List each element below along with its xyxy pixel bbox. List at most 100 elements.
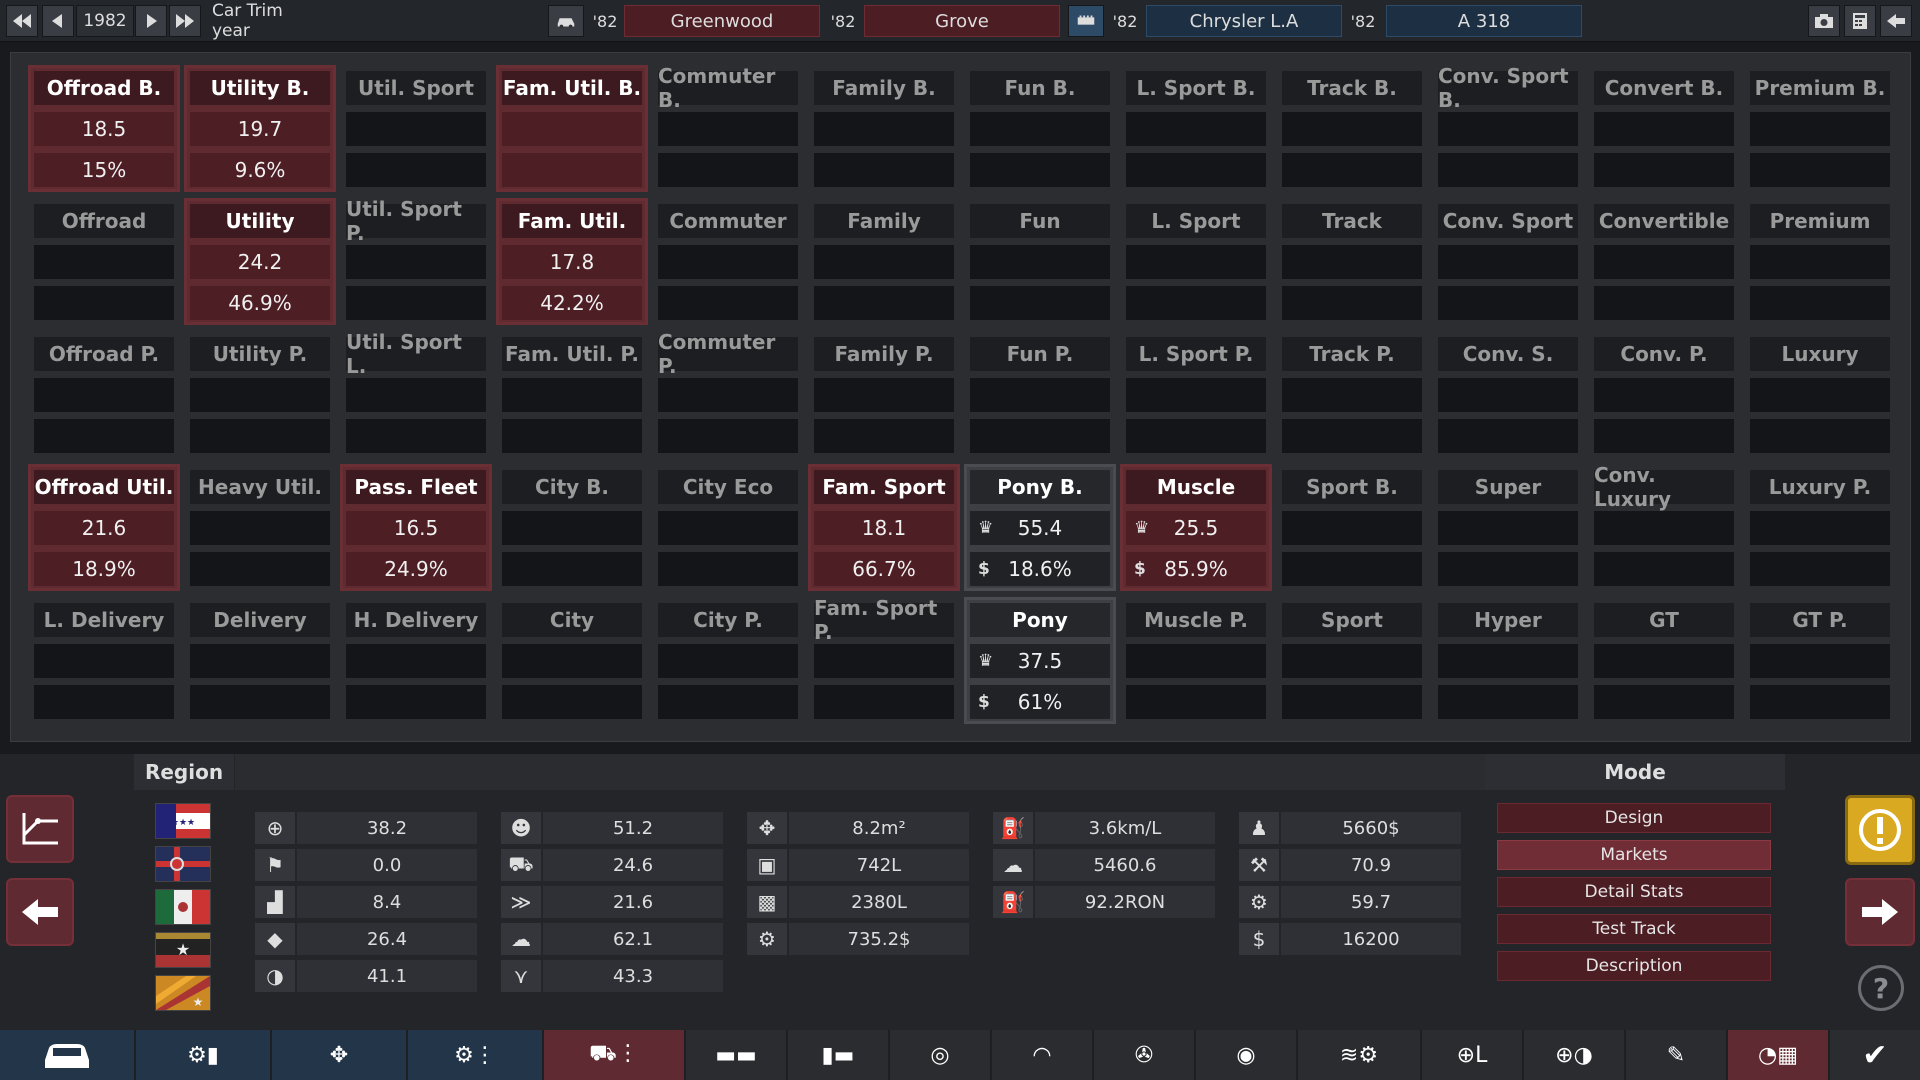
tab-testing[interactable]: ◔▦ — [1728, 1030, 1828, 1080]
region-flag-2[interactable] — [155, 846, 211, 882]
market-cell[interactable]: L. Delivery — [28, 597, 180, 724]
market-cell[interactable]: H. Delivery — [340, 597, 492, 724]
tab-trim[interactable]: ⛟⋮ — [544, 1030, 684, 1080]
market-cell[interactable]: Luxury P. — [1744, 464, 1896, 591]
warning-button[interactable] — [1845, 795, 1915, 865]
market-cell[interactable]: Fam. Util. P. — [496, 331, 648, 458]
market-cell[interactable]: Offroad B. 18.5 15% — [28, 65, 180, 192]
region-flag-1[interactable]: ★★★ — [155, 803, 211, 839]
market-cell[interactable]: Sport B. — [1276, 464, 1428, 591]
market-cell[interactable]: Offroad — [28, 198, 180, 325]
mode-button-design[interactable]: Design — [1497, 803, 1771, 833]
market-cell[interactable]: Hyper — [1432, 597, 1584, 724]
market-cell[interactable]: Premium — [1744, 198, 1896, 325]
market-cell[interactable]: Fam. Util. 17.8 42.2% — [496, 198, 648, 325]
compare-engine-1[interactable]: Chrysler L.A — [1146, 5, 1342, 37]
market-cell[interactable]: Pony 37.5 ♛ 61% $ — [964, 597, 1116, 724]
market-cell[interactable]: Util. Sport L. — [340, 330, 492, 458]
market-cell[interactable]: Luxury — [1744, 331, 1896, 458]
market-cell[interactable]: City Eco — [652, 464, 804, 591]
market-cell[interactable]: Conv. S. — [1432, 331, 1584, 458]
market-cell[interactable]: Sport — [1276, 597, 1428, 724]
market-cell[interactable]: Track P. — [1276, 331, 1428, 458]
market-cell[interactable]: GT — [1588, 597, 1740, 724]
market-cell[interactable]: Fun — [964, 198, 1116, 325]
tab-aero[interactable]: ≋⚙ — [1298, 1030, 1420, 1080]
market-cell[interactable]: Conv. Sport — [1432, 198, 1584, 325]
market-cell[interactable]: Pony B. 55.4 ♛ 18.6% $ — [964, 464, 1116, 591]
tab-steering[interactable]: ⊕L — [1422, 1030, 1522, 1080]
market-cell[interactable]: Fun P. — [964, 331, 1116, 458]
screenshot-button[interactable] — [1808, 5, 1840, 37]
market-cell[interactable]: Family — [808, 198, 960, 325]
rewind-year-button[interactable] — [6, 5, 38, 37]
tab-interior[interactable]: ◎ — [890, 1030, 990, 1080]
help-button[interactable]: ? — [1858, 965, 1904, 1011]
forward-year-button[interactable] — [169, 5, 201, 37]
mode-button-detail-stats[interactable]: Detail Stats — [1497, 877, 1771, 907]
market-cell[interactable]: Offroad Util. 21.6 18.9% — [28, 464, 180, 591]
market-cell[interactable]: City B. — [496, 464, 648, 591]
car-compare-toggle[interactable] — [548, 5, 584, 37]
market-cell[interactable]: Muscle 25.5 ♛ 85.9% $ — [1120, 464, 1272, 591]
market-cell[interactable]: Heavy Util. — [184, 464, 336, 591]
next-year-button[interactable] — [135, 5, 167, 37]
next-button[interactable] — [1845, 878, 1915, 946]
previous-button[interactable] — [6, 878, 74, 946]
region-flag-3[interactable] — [155, 889, 211, 925]
tab-chassis[interactable]: ⚙▮ — [136, 1030, 270, 1080]
market-cell[interactable]: Convertible — [1588, 198, 1740, 325]
compare-engine-2[interactable]: A 318 — [1386, 5, 1582, 37]
prev-year-button[interactable] — [42, 5, 74, 37]
tab-model[interactable] — [0, 1030, 134, 1080]
tab-body[interactable]: ▬▬ — [686, 1030, 786, 1080]
mode-button-test-track[interactable]: Test Track — [1497, 914, 1771, 944]
tab-tuning[interactable]: ✎ — [1626, 1030, 1726, 1080]
market-cell[interactable]: L. Sport B. — [1120, 65, 1272, 192]
market-cell[interactable]: Family B. — [808, 65, 960, 192]
market-cell[interactable]: Fam. Sport P. — [808, 596, 960, 724]
market-cell[interactable]: Util. Sport — [340, 65, 492, 192]
tab-fixtures[interactable]: ▮▬ — [788, 1030, 888, 1080]
market-cell[interactable]: Utility 24.2 46.9% — [184, 198, 336, 325]
market-cell[interactable]: Track — [1276, 198, 1428, 325]
market-cell[interactable]: Utility P. — [184, 331, 336, 458]
market-cell[interactable]: Offroad P. — [28, 331, 180, 458]
market-cell[interactable]: L. Sport P. — [1120, 331, 1272, 458]
mode-button-description[interactable]: Description — [1497, 951, 1771, 981]
engine-compare-toggle[interactable] — [1068, 5, 1104, 37]
market-cell[interactable]: Premium B. — [1744, 65, 1896, 192]
graph-button[interactable] — [6, 795, 74, 863]
market-cell[interactable]: City P. — [652, 597, 804, 724]
market-cell[interactable]: GT P. — [1744, 597, 1896, 724]
tab-drivetrain[interactable]: ⚙⋮ — [408, 1030, 542, 1080]
back-button[interactable] — [1880, 5, 1912, 37]
market-cell[interactable]: Super — [1432, 464, 1584, 591]
compare-car-2[interactable]: Grove — [864, 5, 1060, 37]
market-cell[interactable]: Commuter — [652, 198, 804, 325]
tab-suspension[interactable]: ✥ — [272, 1030, 406, 1080]
market-cell[interactable]: Pass. Fleet 16.5 24.9% — [340, 464, 492, 591]
tab-gearbox[interactable]: ◠ — [992, 1030, 1092, 1080]
market-cell[interactable]: Conv. Luxury — [1588, 463, 1740, 591]
compare-car-1[interactable]: Greenwood — [624, 5, 820, 37]
market-cell[interactable]: Fam. Sport 18.1 66.7% — [808, 464, 960, 591]
market-cell[interactable]: City — [496, 597, 648, 724]
market-cell[interactable]: Commuter P. — [652, 330, 804, 458]
tab-wheels[interactable]: ✇ — [1094, 1030, 1194, 1080]
market-cell[interactable]: Convert B. — [1588, 65, 1740, 192]
tab-finish[interactable]: ✔ — [1830, 1030, 1920, 1080]
market-cell[interactable]: Muscle P. — [1120, 597, 1272, 724]
market-cell[interactable]: Utility B. 19.7 9.6% — [184, 65, 336, 192]
market-cell[interactable]: Commuter B. — [652, 64, 804, 192]
market-cell[interactable]: Conv. Sport B. — [1432, 64, 1584, 192]
market-cell[interactable]: Delivery — [184, 597, 336, 724]
market-cell[interactable]: Fam. Util. B. — [496, 65, 648, 192]
market-cell[interactable]: Fun B. — [964, 65, 1116, 192]
market-cell[interactable]: Util. Sport P. — [340, 197, 492, 325]
tab-safety[interactable]: ⊕◑ — [1524, 1030, 1624, 1080]
market-cell[interactable]: Family P. — [808, 331, 960, 458]
mode-button-markets[interactable]: Markets — [1497, 840, 1771, 870]
market-cell[interactable]: Track B. — [1276, 65, 1428, 192]
market-cell[interactable]: Conv. P. — [1588, 331, 1740, 458]
